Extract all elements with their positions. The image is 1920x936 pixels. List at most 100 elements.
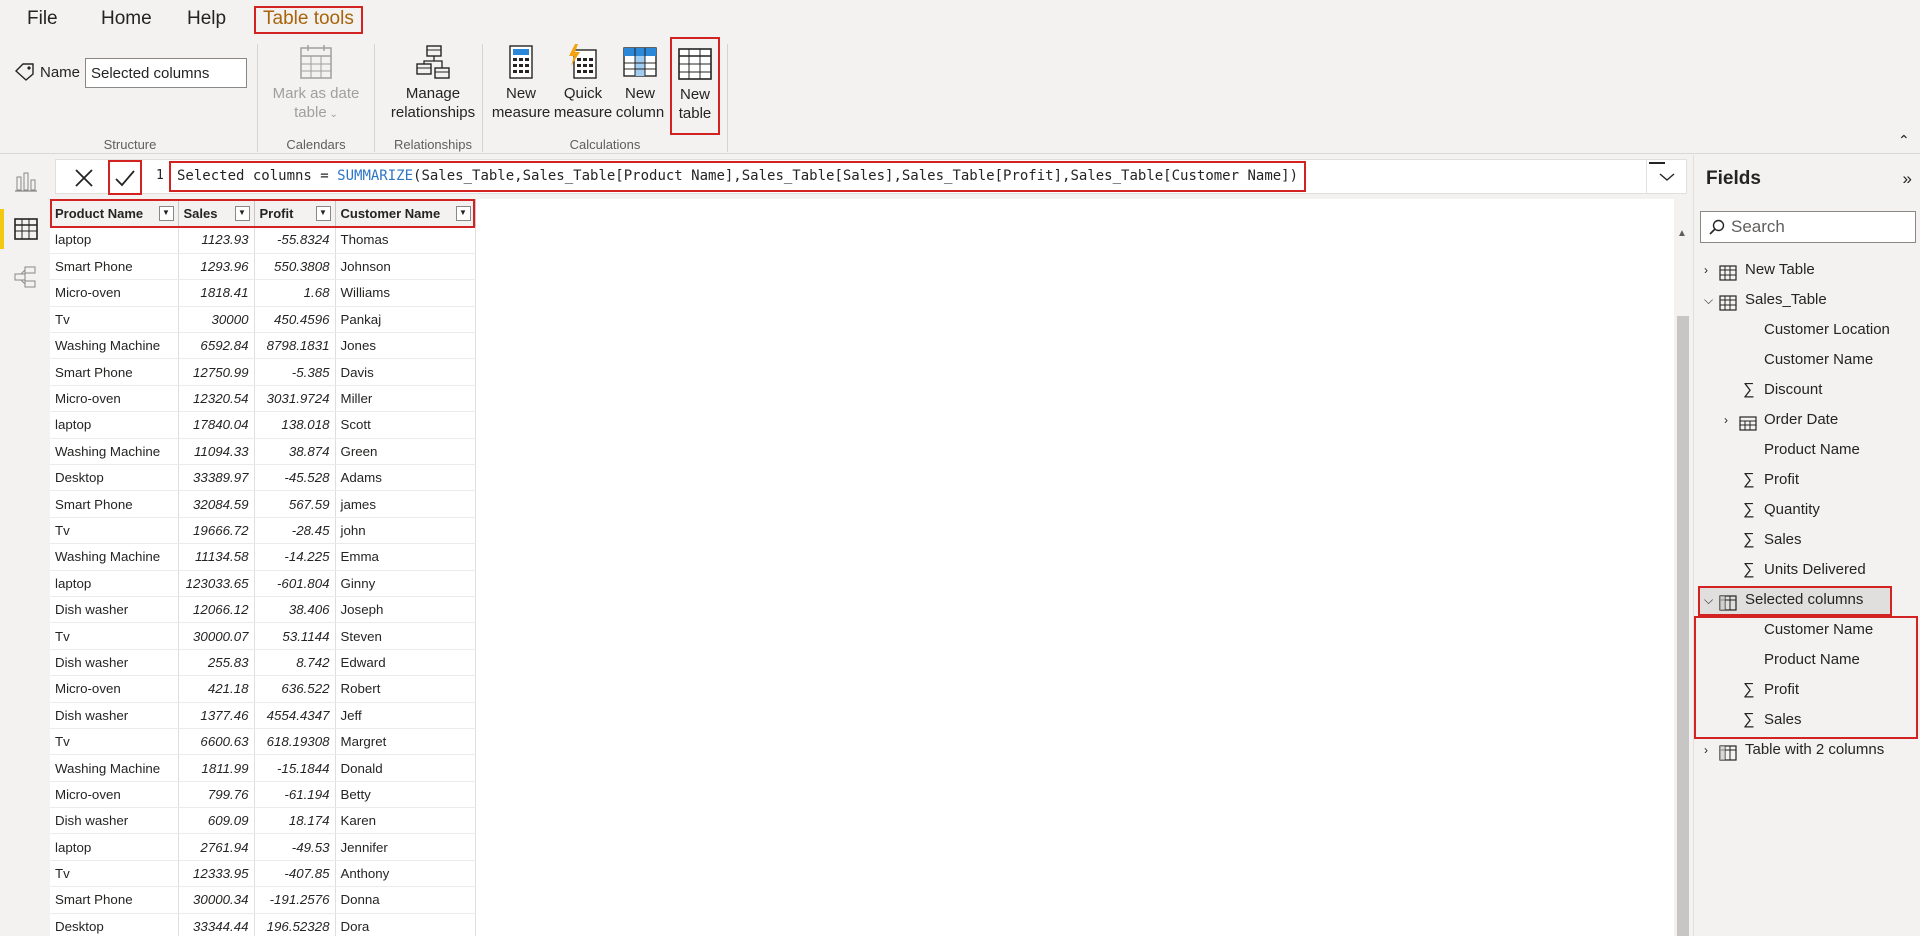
chevron-down-icon[interactable]: ⌵ — [1704, 585, 1716, 615]
table-row[interactable]: Washing Machine 1811.99 -15.1844 Donald — [50, 754, 476, 782]
header-row: Product Name ▼ Sales ▼ Profit ▼ Customer Na… — [50, 199, 476, 227]
column-header-profit[interactable]: Profit ▼ — [254, 199, 336, 227]
table-row[interactable]: Smart Phone 32084.59 567.59 james — [50, 490, 476, 518]
new-table-icon — [678, 48, 712, 80]
cell-product-name: Tv — [50, 517, 179, 545]
field-item-customer-name[interactable]: Customer Name — [1694, 345, 1914, 375]
table-row[interactable]: Dish washer 1377.46 4554.4347 Jeff — [50, 702, 476, 729]
table-row[interactable]: laptop 17840.04 138.018 Scott — [50, 411, 476, 439]
scroll-up-icon[interactable]: ▲ — [1677, 228, 1687, 239]
cell-product-name: Dish washer — [50, 702, 179, 729]
model-view-icon[interactable] — [13, 265, 39, 289]
table-row[interactable]: Tv 30000 450.4596 Pankaj — [50, 306, 476, 334]
column-header-sales[interactable]: Sales ▼ — [178, 199, 255, 227]
chevron-right-icon[interactable]: › — [1704, 735, 1716, 765]
column-filter-dropdown-icon[interactable]: ▼ — [315, 206, 331, 221]
chevron-down-icon[interactable]: ⌵ — [1704, 285, 1716, 315]
dax-formula-input[interactable]: Selected columns = SUMMARIZE(Sales_Table… — [169, 161, 1307, 192]
menu-home[interactable]: Home — [94, 6, 159, 34]
field-item-product-name[interactable]: Product Name — [1694, 645, 1914, 675]
table-row[interactable]: Tv 30000.07 53.1144 Steven — [50, 622, 476, 650]
table-row[interactable]: Dish washer 609.09 18.174 Karen — [50, 807, 476, 835]
menu-help[interactable]: Help — [180, 6, 233, 34]
cell-customer-name: Jones — [335, 332, 476, 360]
table-row[interactable]: Tv 12333.95 -407.85 Anthony — [50, 860, 476, 888]
mark-as-date-table-button[interactable]: Mark as date table ⌄ — [268, 44, 364, 124]
cell-profit: 450.4596 — [254, 306, 336, 334]
report-view-icon[interactable] — [13, 169, 39, 193]
field-item-units-delivered[interactable]: ∑ Units Delivered — [1694, 555, 1914, 585]
table-row[interactable]: Washing Machine 11094.33 38.874 Green — [50, 438, 476, 466]
collapse-ribbon-icon[interactable]: ⌃ — [1898, 132, 1914, 148]
cell-product-name: Washing Machine — [50, 332, 179, 360]
cell-product-name: Desktop — [50, 464, 179, 492]
field-item-profit[interactable]: ∑ Profit — [1694, 675, 1914, 705]
table-name-input[interactable] — [85, 58, 247, 88]
field-item-profit[interactable]: ∑ Profit — [1694, 465, 1914, 495]
table-row[interactable]: Micro-oven 1818.41 1.68 Williams — [50, 279, 476, 307]
new-measure-button[interactable]: New measure — [490, 44, 552, 122]
cell-sales: 32084.59 — [178, 490, 255, 518]
cell-customer-name: Miller — [335, 385, 476, 413]
column-header-product-name[interactable]: Product Name ▼ — [50, 199, 179, 227]
cell-customer-name: john — [335, 517, 476, 545]
scroll-thumb[interactable] — [1677, 316, 1689, 936]
column-filter-dropdown-icon[interactable]: ▼ — [455, 206, 471, 221]
table-row[interactable]: Tv 19666.72 -28.45 john — [50, 517, 476, 545]
field-table-new-table[interactable]: › New Table — [1694, 255, 1914, 285]
table-row[interactable]: Smart Phone 12750.99 -5.385 Davis — [50, 358, 476, 386]
table-row[interactable]: Micro-oven 421.18 636.522 Robert — [50, 675, 476, 703]
chevron-right-icon[interactable]: › — [1724, 405, 1736, 435]
table-row[interactable]: Tv 6600.63 618.19308 Margret — [50, 728, 476, 756]
menu-file[interactable]: File — [20, 6, 65, 34]
menu-table-tools[interactable]: Table tools — [254, 6, 363, 34]
table-row[interactable]: Smart Phone 1293.96 550.3808 Johnson — [50, 253, 476, 281]
checkmark-icon — [115, 169, 135, 186]
cell-product-name: Micro-oven — [50, 279, 179, 307]
cell-profit: 567.59 — [254, 490, 336, 518]
column-filter-dropdown-icon[interactable]: ▼ — [158, 206, 174, 221]
field-item-customer-name[interactable]: Customer Name — [1694, 615, 1914, 645]
collapse-pane-icon[interactable]: » — [1903, 169, 1912, 189]
table-row[interactable]: laptop 2761.94 -49.53 Jennifer — [50, 833, 476, 861]
chevron-right-icon[interactable]: › — [1704, 255, 1716, 285]
cancel-formula-button[interactable] — [64, 160, 104, 195]
table-row[interactable]: Washing Machine 6592.84 8798.1831 Jones — [50, 332, 476, 360]
manage-relationships-button[interactable]: Manage relationships — [382, 44, 484, 122]
quick-measure-button[interactable]: Quick measure — [552, 44, 614, 122]
new-column-button[interactable]: New column — [614, 44, 666, 122]
vertical-scrollbar[interactable]: ▲ — [1674, 228, 1692, 936]
table-row[interactable]: laptop 1123.93 -55.8324 Thomas — [50, 227, 476, 254]
table-row[interactable]: Dish washer 12066.12 38.406 Joseph — [50, 596, 476, 624]
field-item-quantity[interactable]: ∑ Quantity — [1694, 495, 1914, 525]
field-item-sales[interactable]: ∑ Sales — [1694, 525, 1914, 555]
table-row[interactable]: Dish washer 255.83 8.742 Edward — [50, 649, 476, 677]
field-table-selected-columns[interactable]: ⌵ Selected columns — [1694, 585, 1914, 615]
search-placeholder: Search — [1731, 217, 1785, 236]
table-row[interactable]: Micro-oven 12320.54 3031.9724 Miller — [50, 385, 476, 413]
data-view-icon[interactable] — [13, 217, 39, 241]
table-row[interactable]: Desktop 33389.97 -45.528 Adams — [50, 464, 476, 492]
field-item-discount[interactable]: ∑ Discount — [1694, 375, 1914, 405]
new-table-button[interactable]: New table — [670, 37, 720, 135]
table-row[interactable]: laptop 123033.65 -601.804 Ginny — [50, 570, 476, 597]
field-table-table-with-2-columns[interactable]: › Table with 2 columns — [1694, 735, 1914, 765]
fields-search-input[interactable]: Search — [1700, 211, 1916, 243]
commit-formula-button[interactable] — [108, 160, 142, 195]
field-item-sales[interactable]: ∑ Sales — [1694, 705, 1914, 735]
table-row[interactable]: Smart Phone 30000.34 -191.2576 Donna — [50, 886, 476, 914]
field-item-product-name[interactable]: Product Name — [1694, 435, 1914, 465]
sigma-icon: ∑ — [1743, 561, 1755, 578]
table-row[interactable]: Desktop 33344.44 196.52328 Dora — [50, 913, 476, 936]
table-row[interactable]: Micro-oven 799.76 -61.194 Betty — [50, 781, 476, 809]
field-item-customer-location[interactable]: Customer Location — [1694, 315, 1914, 345]
field-table-sales-table[interactable]: ⌵ Sales_Table — [1694, 285, 1914, 315]
formula-bar: 1 Selected columns = SUMMARIZE(Sales_Tab… — [55, 159, 1687, 195]
column-header-customer-name[interactable]: Customer Name ▼ — [335, 199, 476, 227]
field-item-order-date[interactable]: › Order Date — [1694, 405, 1914, 435]
new-column-icon — [623, 47, 657, 77]
expand-formula-button[interactable] — [1646, 160, 1686, 193]
column-filter-dropdown-icon[interactable]: ▼ — [234, 206, 250, 221]
cell-customer-name: Johnson — [335, 253, 476, 281]
table-row[interactable]: Washing Machine 11134.58 -14.225 Emma — [50, 543, 476, 571]
